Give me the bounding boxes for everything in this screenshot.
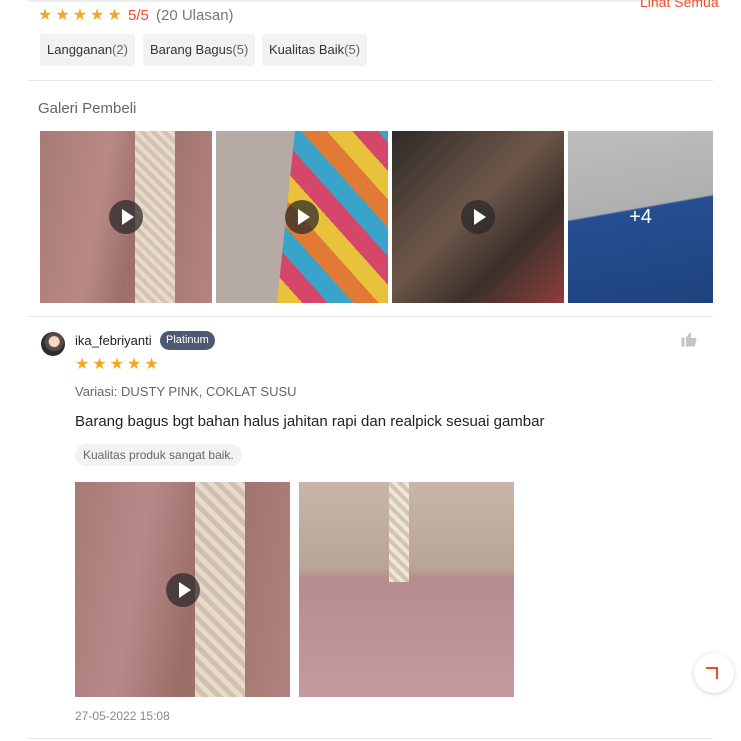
filter-count: (2)	[112, 42, 128, 57]
filter-chip-barang-bagus[interactable]: Barang Bagus(5)	[143, 34, 256, 66]
star-icon: ★	[55, 7, 70, 24]
gallery-thumb-video[interactable]	[392, 131, 564, 303]
member-badge: Platinum	[160, 331, 215, 350]
gallery-thumb-video[interactable]	[216, 131, 388, 303]
section-divider	[28, 316, 713, 317]
filter-chip-langganan[interactable]: Langganan(2)	[40, 34, 135, 66]
review-photo-thumb[interactable]	[299, 482, 514, 697]
play-icon	[109, 200, 143, 234]
review-date: 27-05-2022 15:08	[75, 709, 170, 723]
lace-trim-image	[389, 482, 409, 582]
gallery-thumb-video[interactable]	[40, 131, 212, 303]
reviewer-username: ika_febriyanti	[75, 333, 152, 348]
see-all-link[interactable]: Lihat Semua	[640, 0, 719, 10]
avatar[interactable]	[41, 332, 65, 356]
thumbs-up-icon[interactable]	[680, 330, 698, 348]
summary-stars: ★ ★ ★ ★ ★	[38, 8, 122, 24]
gallery-title: Galeri Pembeli	[38, 100, 137, 117]
filter-chip-kualitas-baik[interactable]: Kualitas Baik(5)	[262, 34, 368, 66]
star-icon: ★	[144, 356, 159, 373]
review-text: Barang bagus bgt bahan halus jahitan rap…	[75, 413, 545, 430]
lace-trim-image	[195, 482, 245, 697]
filter-count: (5)	[344, 42, 361, 57]
play-icon	[285, 200, 319, 234]
variation-label: Variasi: DUSTY PINK, COKLAT SUSU	[75, 384, 297, 399]
star-icon: ★	[38, 7, 53, 24]
review-stars: ★ ★ ★ ★ ★	[75, 357, 159, 373]
gallery-thumb-more[interactable]: +4	[568, 131, 713, 303]
star-icon: ★	[72, 7, 88, 24]
play-icon	[461, 200, 495, 234]
filter-label: Kualitas Baik	[269, 42, 345, 57]
review-video-thumb[interactable]	[75, 482, 290, 697]
section-divider	[28, 738, 713, 739]
star-icon: ★	[127, 356, 142, 373]
play-icon	[165, 572, 200, 607]
star-icon: ★	[75, 356, 90, 373]
review-count: (20 Ulasan)	[156, 7, 234, 24]
top-divider	[28, 0, 713, 2]
filter-label: Langganan	[47, 42, 113, 57]
more-photos-count: +4	[568, 131, 713, 303]
star-icon: ★	[109, 356, 125, 373]
filter-count: (5)	[232, 42, 249, 57]
star-icon: ★	[107, 7, 122, 24]
star-icon: ★	[92, 356, 107, 373]
scroll-to-top-button[interactable]	[694, 653, 734, 693]
rating-score: 5/5	[128, 7, 149, 24]
review-tag: Kualitas produk sangat baik.	[75, 444, 242, 466]
section-divider	[28, 80, 713, 81]
star-icon: ★	[90, 7, 105, 24]
filter-label: Barang Bagus	[150, 42, 233, 57]
